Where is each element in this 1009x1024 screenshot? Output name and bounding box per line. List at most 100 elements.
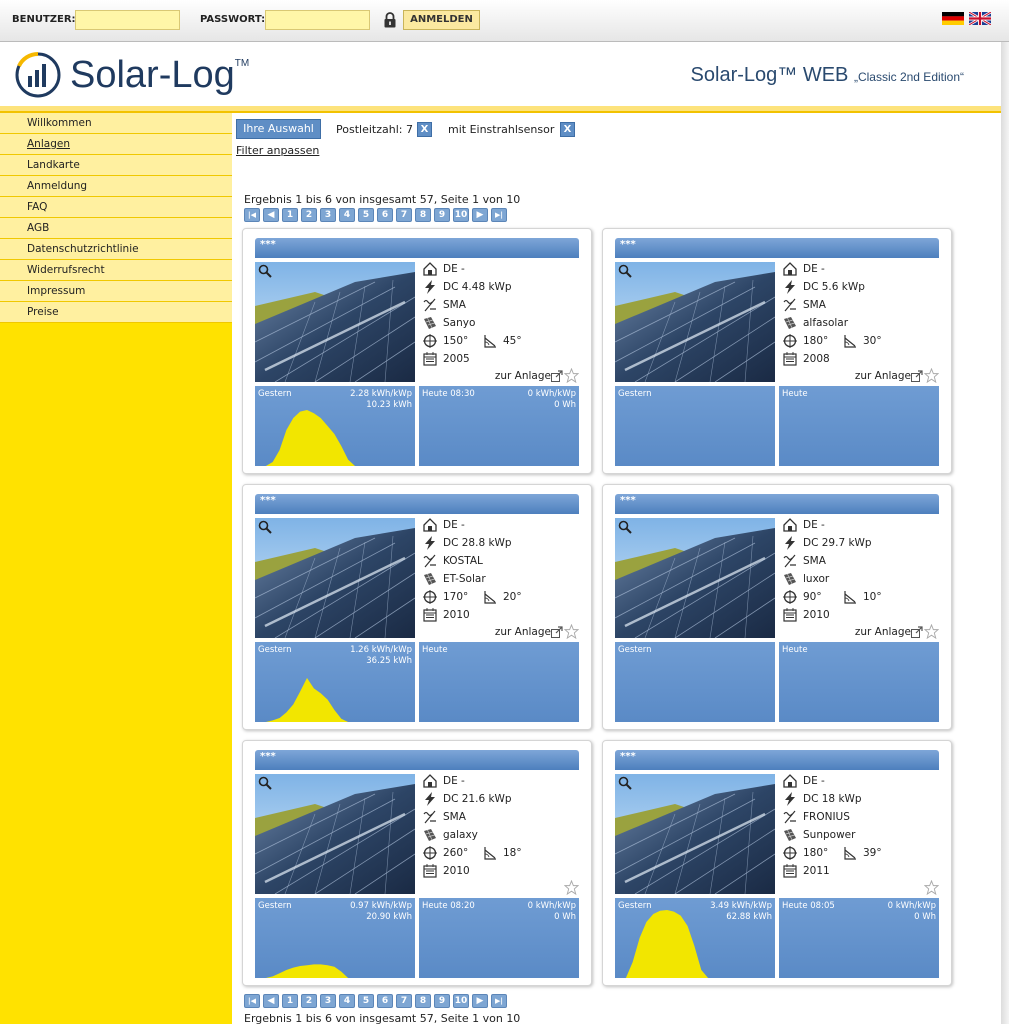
- pager-page-6[interactable]: 6: [377, 994, 393, 1008]
- pager-page-5[interactable]: 5: [358, 208, 374, 222]
- pager-page-10[interactable]: 10: [453, 208, 469, 222]
- pager-page-7[interactable]: 7: [396, 208, 412, 222]
- pager-page-8[interactable]: 8: [415, 994, 431, 1008]
- star-favorite-icon[interactable]: [564, 880, 579, 895]
- username-input[interactable]: [75, 10, 180, 30]
- pager-page-3[interactable]: 3: [320, 994, 336, 1008]
- pager-page-4[interactable]: 4: [339, 208, 355, 222]
- magnifier-icon[interactable]: [618, 776, 632, 790]
- pager-next-button[interactable]: ▶: [472, 994, 488, 1008]
- plant-photo[interactable]: [615, 774, 775, 894]
- remove-postcode-filter-button[interactable]: X: [417, 122, 432, 137]
- house-icon: [783, 774, 797, 788]
- pager-next-button[interactable]: ▶: [472, 208, 488, 222]
- sidebar-item-anlagen[interactable]: Anlagen: [0, 134, 232, 155]
- plant-card: *** DE -: [242, 228, 592, 474]
- pager-last-button[interactable]: ▶|: [491, 994, 507, 1008]
- magnifier-icon[interactable]: [618, 520, 632, 534]
- star-favorite-icon[interactable]: [564, 368, 579, 383]
- plant-title[interactable]: ***: [615, 750, 939, 770]
- plant-photo[interactable]: [255, 774, 415, 894]
- star-favorite-icon[interactable]: [924, 368, 939, 383]
- plant-title[interactable]: ***: [255, 494, 579, 514]
- selection-button[interactable]: Ihre Auswahl: [236, 119, 321, 139]
- pager-page-7[interactable]: 7: [396, 994, 412, 1008]
- pager-page-8[interactable]: 8: [415, 208, 431, 222]
- solar-panel-image: [255, 262, 415, 382]
- sidebar-item-willkommen[interactable]: Willkommen: [0, 113, 232, 134]
- pager-page-1[interactable]: 1: [282, 994, 298, 1008]
- plant-details-link[interactable]: zur Anlage: [855, 626, 911, 638]
- sidebar-item-impressum[interactable]: Impressum: [0, 281, 232, 302]
- today-panel[interactable]: Heute: [779, 386, 939, 466]
- plant-photo[interactable]: [255, 518, 415, 638]
- pager-page-1[interactable]: 1: [282, 208, 298, 222]
- sidebar-item-preise[interactable]: Preise: [0, 302, 232, 323]
- compass-icon: [783, 846, 797, 860]
- yesterday-panel[interactable]: Gestern 2.28 kWh/kWp 10.23 kWh: [255, 386, 415, 466]
- login-button[interactable]: ANMELDEN: [403, 10, 480, 30]
- yesterday-panel[interactable]: Gestern: [615, 386, 775, 466]
- magnifier-icon[interactable]: [258, 776, 272, 790]
- pager-last-button[interactable]: ▶|: [491, 208, 507, 222]
- tilt-angle-icon: [844, 847, 856, 860]
- pager-page-3[interactable]: 3: [320, 208, 336, 222]
- external-link-icon[interactable]: [911, 370, 923, 382]
- today-panel[interactable]: Heute 08:30 0 kWh/kWp 0 Wh: [419, 386, 579, 466]
- de-flag-icon[interactable]: [942, 12, 964, 25]
- pager-page-2[interactable]: 2: [301, 208, 317, 222]
- pager-page-5[interactable]: 5: [358, 994, 374, 1008]
- yesterday-panel[interactable]: Gestern 3.49 kWh/kWp 62.88 kWh: [615, 898, 775, 978]
- star-favorite-icon[interactable]: [924, 880, 939, 895]
- magnifier-icon[interactable]: [618, 264, 632, 278]
- plant-title[interactable]: ***: [255, 750, 579, 770]
- yesterday-panel[interactable]: Gestern 0.97 kWh/kWp 20.90 kWh: [255, 898, 415, 978]
- today-panel[interactable]: Heute: [419, 642, 579, 722]
- pager-page-6[interactable]: 6: [377, 208, 393, 222]
- azimuth-text: 260°: [443, 847, 469, 859]
- plant-photo[interactable]: [615, 262, 775, 382]
- today-panel[interactable]: Heute 08:05 0 kWh/kWp 0 Wh: [779, 898, 939, 978]
- magnifier-icon[interactable]: [258, 520, 272, 534]
- pager-page-4[interactable]: 4: [339, 994, 355, 1008]
- plant-title[interactable]: ***: [615, 238, 939, 258]
- plant-details-link[interactable]: zur Anlage: [855, 370, 911, 382]
- pager-first-button[interactable]: |◀: [244, 208, 260, 222]
- sidebar-item-widerrufsrecht[interactable]: Widerrufsrecht: [0, 260, 232, 281]
- magnifier-icon[interactable]: [258, 264, 272, 278]
- sidebar-item-anmeldung[interactable]: Anmeldung: [0, 176, 232, 197]
- plant-photo[interactable]: [615, 518, 775, 638]
- tilt-angle-icon: [844, 591, 856, 604]
- star-favorite-icon[interactable]: [564, 624, 579, 639]
- external-link-icon[interactable]: [911, 626, 923, 638]
- remove-sensor-filter-button[interactable]: X: [560, 122, 575, 137]
- pager-page-9[interactable]: 9: [434, 994, 450, 1008]
- sidebar-item-faq[interactable]: FAQ: [0, 197, 232, 218]
- plant-title[interactable]: ***: [255, 238, 579, 258]
- star-favorite-icon[interactable]: [924, 624, 939, 639]
- yesterday-panel[interactable]: Gestern 1.26 kWh/kWp 36.25 kWh: [255, 642, 415, 722]
- plant-photo[interactable]: [255, 262, 415, 382]
- external-link-icon[interactable]: [551, 626, 563, 638]
- sidebar-item-datenschutz[interactable]: Datenschutzrichtlinie: [0, 239, 232, 260]
- yesterday-panel[interactable]: Gestern: [615, 642, 775, 722]
- password-input[interactable]: [265, 10, 370, 30]
- plant-details-link[interactable]: zur Anlage: [495, 626, 551, 638]
- external-link-icon[interactable]: [551, 370, 563, 382]
- lightning-icon: [425, 536, 435, 550]
- pager-page-2[interactable]: 2: [301, 994, 317, 1008]
- pager-prev-button[interactable]: ◀: [263, 208, 279, 222]
- pager-first-button[interactable]: |◀: [244, 994, 260, 1008]
- solar-log-logo[interactable]: Solar-LogTM: [14, 51, 254, 101]
- plant-title[interactable]: ***: [615, 494, 939, 514]
- plant-details-link[interactable]: zur Anlage: [495, 370, 551, 382]
- today-panel[interactable]: Heute 08:20 0 kWh/kWp 0 Wh: [419, 898, 579, 978]
- sidebar-item-agb[interactable]: AGB: [0, 218, 232, 239]
- sidebar-item-landkarte[interactable]: Landkarte: [0, 155, 232, 176]
- uk-flag-icon[interactable]: [969, 12, 991, 25]
- pager-page-9[interactable]: 9: [434, 208, 450, 222]
- today-panel[interactable]: Heute: [779, 642, 939, 722]
- pager-prev-button[interactable]: ◀: [263, 994, 279, 1008]
- pager-page-10[interactable]: 10: [453, 994, 469, 1008]
- filter-adjust-link[interactable]: Filter anpassen: [236, 144, 319, 157]
